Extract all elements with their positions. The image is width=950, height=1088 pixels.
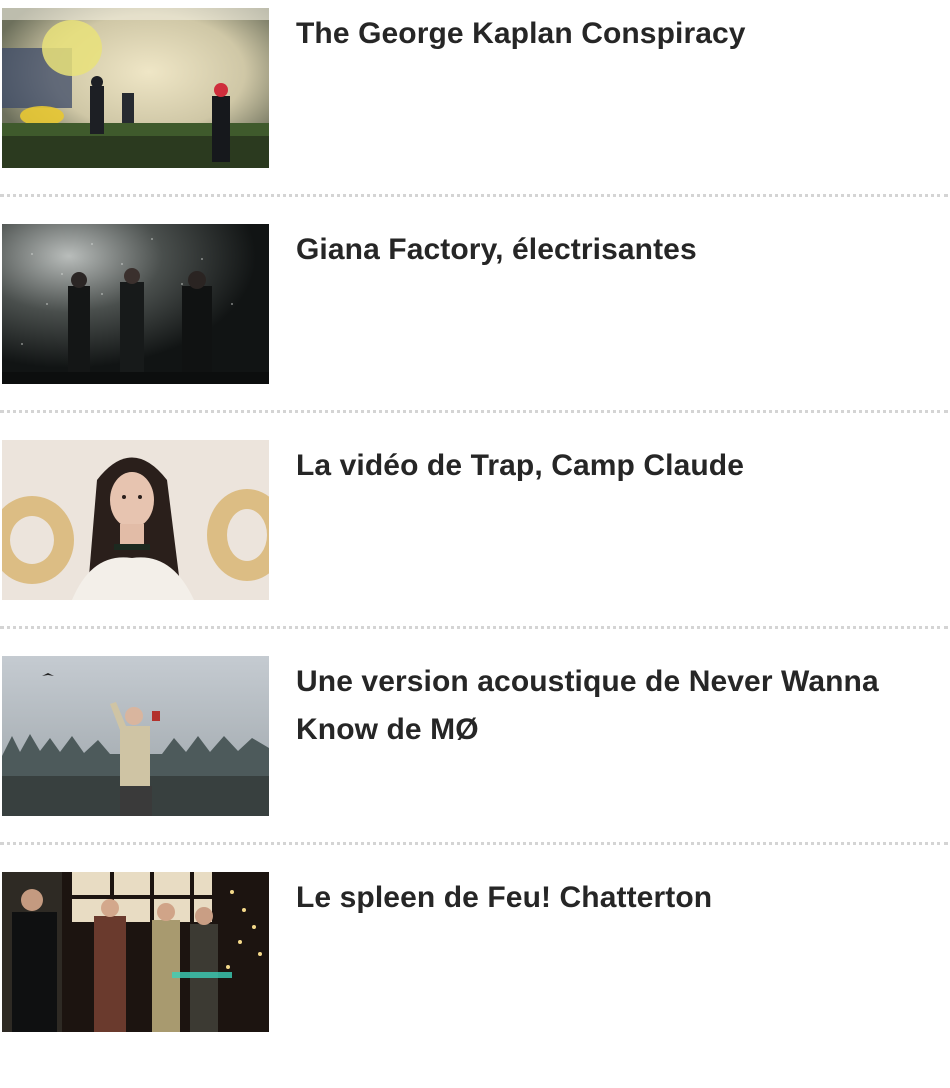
band-smoke-photo [2, 8, 269, 168]
article-thumbnail[interactable] [2, 224, 269, 384]
article-title-link[interactable]: Giana Factory, électrisantes [296, 226, 896, 274]
article-thumbnail[interactable] [2, 872, 269, 1032]
article-thumbnail[interactable] [2, 8, 269, 168]
article-thumbnail[interactable] [2, 440, 269, 600]
list-item: La vidéo de Trap, Camp Claude [0, 440, 950, 656]
separator [0, 842, 948, 845]
singer-forest-photo [2, 656, 269, 816]
band-night-photo [2, 224, 269, 384]
separator [0, 410, 948, 413]
list-item: Le spleen de Feu! Chatterton [0, 872, 950, 1088]
article-title-link[interactable]: Le spleen de Feu! Chatterton [296, 874, 896, 922]
article-title-link[interactable]: The George Kaplan Conspiracy [296, 10, 896, 58]
list-item: The George Kaplan Conspiracy [0, 8, 950, 224]
article-list: The George Kaplan Conspiracy Giana Facto… [0, 0, 950, 1032]
list-item: Giana Factory, électrisantes [0, 224, 950, 440]
article-thumbnail[interactable] [2, 656, 269, 816]
separator [0, 626, 948, 629]
band-stage-photo [2, 872, 269, 1032]
list-item: Une version acoustique de Never Wanna Kn… [0, 656, 950, 872]
article-title-link[interactable]: Une version acoustique de Never Wanna Kn… [296, 658, 896, 754]
portrait-photo [2, 440, 269, 600]
separator [0, 194, 948, 197]
article-title-link[interactable]: La vidéo de Trap, Camp Claude [296, 442, 896, 490]
